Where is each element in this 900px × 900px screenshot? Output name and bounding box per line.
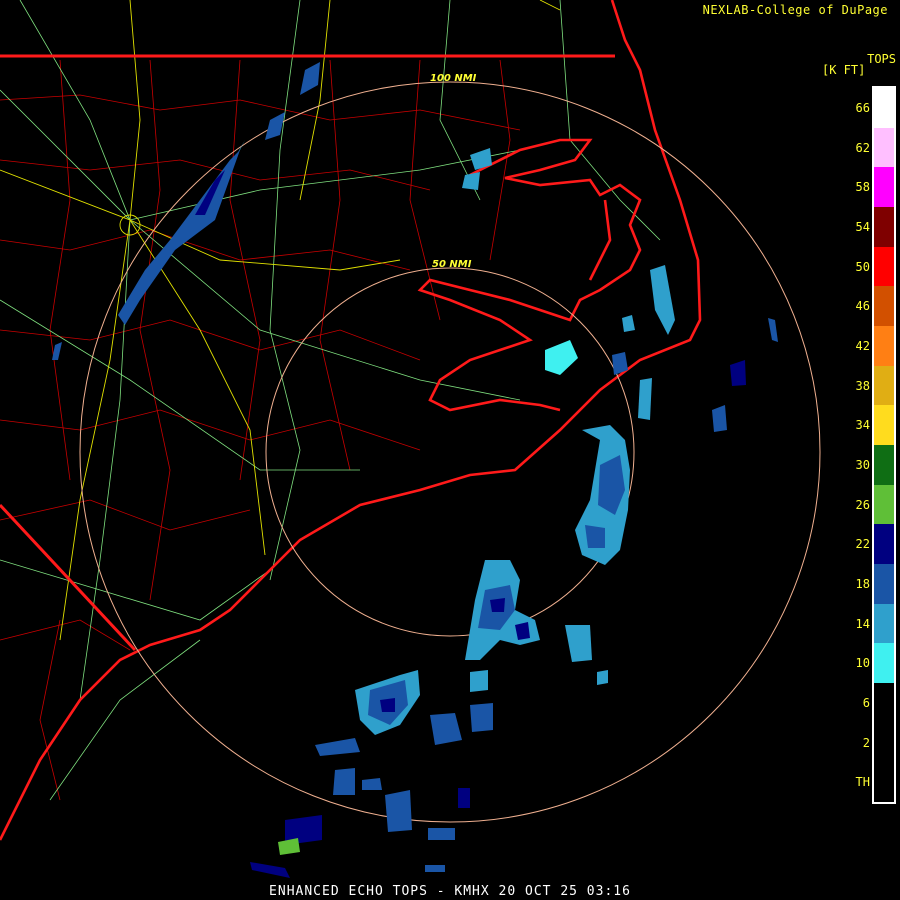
county-borders [0,59,521,801]
legend-swatch [874,207,894,247]
credit-label: NEXLAB-College of DuPage [702,3,888,17]
range-ring-100nmi-label: 100 NMI [430,73,477,84]
legend-swatch [874,405,894,446]
legend-label: 30 [855,457,870,472]
radar-map [0,0,821,878]
range-ring-50nmi [265,267,635,637]
legend-swatch [874,326,894,366]
legend-label: 46 [855,299,870,314]
legend-swatch [874,445,894,485]
legend-swatch [874,246,894,287]
legend-swatch [874,722,894,763]
legend-swatch [874,127,894,168]
color-legend-bar [872,86,896,804]
legend-label: 42 [855,338,870,353]
legend-swatch [874,286,894,327]
legend-swatch [874,484,894,525]
legend-swatch [874,524,894,565]
legend-label: 14 [855,616,870,631]
legend-swatch [874,88,894,128]
legend-title: TOPS [867,52,896,66]
legend-label: 50 [855,259,870,274]
range-rings [79,81,821,823]
coastline [0,0,702,841]
legend-swatch [874,603,894,644]
legend-swatch [874,762,894,803]
legend-label: TH [855,775,870,790]
legend-label: 26 [855,497,870,512]
product-caption: ENHANCED ECHO TOPS - KMHX 20 OCT 25 03:1… [269,884,631,899]
legend-label: 38 [855,378,870,393]
legend-swatch [874,643,894,684]
legend-label: 54 [855,219,870,234]
state-borders [0,54,615,652]
echo-returns [52,62,778,878]
legend-label: 22 [855,537,870,552]
legend-label: 58 [855,180,870,195]
legend-label: 66 [855,100,870,115]
range-ring-100nmi [79,81,821,823]
range-ring-50nmi-label: 50 NMI [432,259,472,270]
legend-label: 18 [855,576,870,591]
legend-label: 6 [862,695,870,710]
legend-label: 10 [855,656,870,671]
legend-swatch [874,683,894,723]
legend-swatch [874,167,894,208]
color-legend-labels: 66 62 58 54 50 46 42 38 34 30 26 22 18 14 10 6 2 TH [836,88,870,802]
radar-display: 100 NMI 50 NMI NEXLAB-College of DuPage … [0,0,900,900]
legend-label: 34 [855,418,870,433]
legend-label: 62 [855,140,870,155]
legend-label: 2 [862,735,870,750]
legend-swatch [874,365,894,406]
legend-swatch [874,564,894,604]
legend-units: [K FT] [822,63,866,77]
